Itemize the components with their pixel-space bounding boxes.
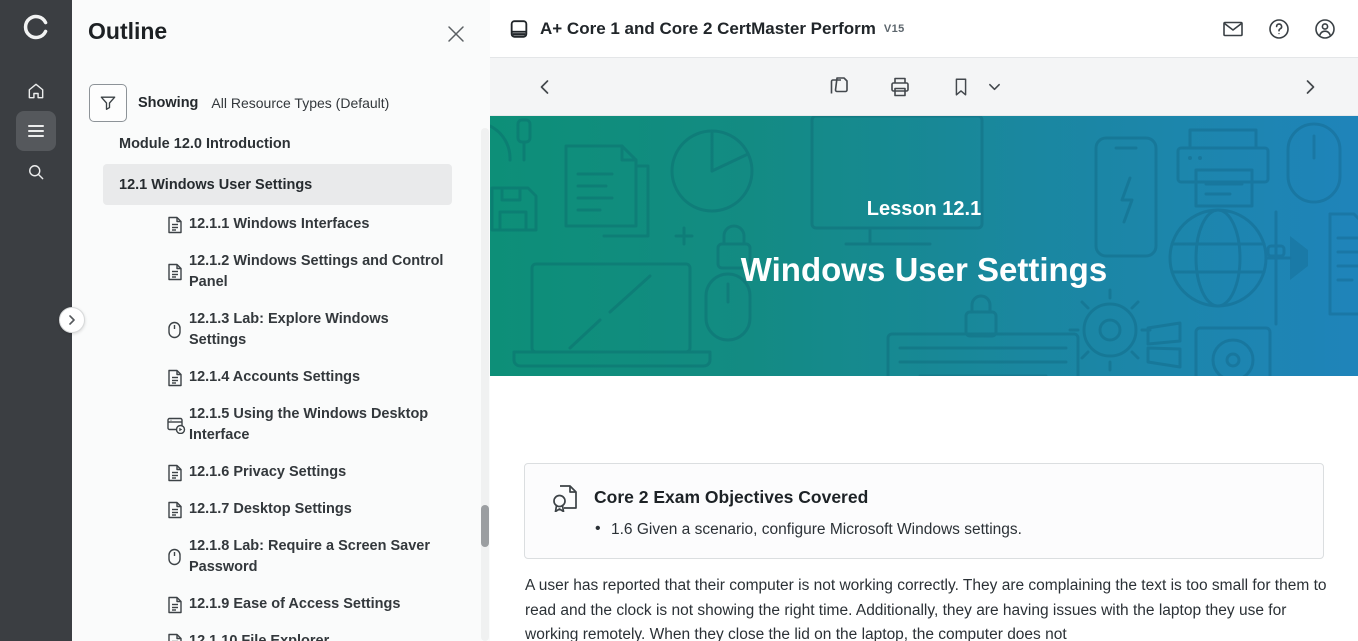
outline-panel: Outline Showing All Resource Types (Defa… xyxy=(72,0,490,641)
outline-item[interactable]: 12.1.10 File Explorer xyxy=(72,623,490,641)
lab-mouse-icon xyxy=(167,548,189,566)
home-icon xyxy=(26,81,46,101)
chevron-right-icon xyxy=(1302,79,1318,95)
outline-item[interactable]: 12.1.8 Lab: Require a Screen Saver Passw… xyxy=(72,528,490,586)
book-icon xyxy=(508,18,530,40)
chevron-right-icon xyxy=(67,315,77,325)
lesson-title: Windows User Settings xyxy=(490,251,1358,289)
help-button[interactable] xyxy=(1266,16,1292,42)
search-button[interactable] xyxy=(16,152,56,192)
chevron-left-icon xyxy=(537,79,553,95)
bookmark-menu-button[interactable] xyxy=(988,80,1001,93)
bookmark-group xyxy=(950,76,1001,98)
filter-row: Showing All Resource Types (Default) xyxy=(89,84,389,122)
lab-mouse-icon xyxy=(167,321,189,339)
outline-item[interactable]: 12.1.4 Accounts Settings xyxy=(72,359,490,396)
outline-item[interactable]: 12.1.1 Windows Interfaces xyxy=(72,206,490,243)
lesson-paragraph: A user has reported that their computer … xyxy=(525,574,1337,641)
outline-panel-title: Outline xyxy=(88,18,167,45)
help-icon xyxy=(1267,17,1291,41)
document-icon xyxy=(167,464,189,482)
outline-item[interactable]: 12.1.7 Desktop Settings xyxy=(72,491,490,528)
outline-item-label: 12.1.1 Windows Interfaces xyxy=(189,214,369,235)
document-icon xyxy=(167,501,189,519)
course-title: A+ Core 1 and Core 2 CertMaster Perform xyxy=(540,19,876,39)
outline-item-label: 12.1.2 Windows Settings and Control Pane… xyxy=(189,251,445,293)
content-toolbar xyxy=(490,58,1358,116)
outline-item-label: 12.1.4 Accounts Settings xyxy=(189,367,360,388)
toolbar-center-group xyxy=(826,75,1001,99)
outline-item-selected[interactable]: 12.1 Windows User Settings xyxy=(103,164,452,205)
home-button[interactable] xyxy=(16,71,56,111)
certificate-icon xyxy=(552,482,580,512)
tech-pattern-decoration xyxy=(490,116,1358,376)
outline-item-label: 12.1.9 Ease of Access Settings xyxy=(189,594,400,615)
outline-item-label: 12.1.6 Privacy Settings xyxy=(189,462,346,483)
messages-button[interactable] xyxy=(1220,16,1246,42)
copy-icon xyxy=(826,75,850,99)
video-demo-icon xyxy=(167,417,189,434)
filter-showing-label: Showing xyxy=(138,95,198,111)
outline-scrollbar-track[interactable] xyxy=(481,128,489,641)
outline-module-header[interactable]: Module 12.0 Introduction xyxy=(119,136,291,152)
outline-item-label: 12.1.5 Using the Windows Desktop Interfa… xyxy=(189,404,445,446)
bookmark-icon xyxy=(950,76,972,98)
document-icon xyxy=(167,633,189,641)
document-icon xyxy=(167,596,189,614)
panel-expand-button[interactable] xyxy=(59,307,85,333)
course-header: A+ Core 1 and Core 2 CertMaster Perform … xyxy=(490,0,1358,58)
document-icon xyxy=(167,216,189,234)
lesson-number: Lesson 12.1 xyxy=(490,198,1358,221)
outline-item[interactable]: 12.1.5 Using the Windows Desktop Interfa… xyxy=(72,396,490,454)
printer-icon xyxy=(888,75,912,99)
outline-item[interactable]: 12.1.6 Privacy Settings xyxy=(72,454,490,491)
chevron-down-icon xyxy=(988,80,1001,93)
filter-value: All Resource Types (Default) xyxy=(211,95,389,111)
previous-page-button[interactable] xyxy=(537,79,553,95)
outline-item-label: 12.1 Windows User Settings xyxy=(119,177,312,193)
user-icon xyxy=(1313,17,1337,41)
envelope-icon xyxy=(1221,17,1245,41)
exam-objectives-box: Core 2 Exam Objectives Covered 1.6 Given… xyxy=(524,463,1324,559)
objectives-title: Core 2 Exam Objectives Covered xyxy=(594,487,868,508)
filter-funnel-icon xyxy=(98,93,118,113)
outline-item-label: 12.1.8 Lab: Require a Screen Saver Passw… xyxy=(189,536,445,578)
comptia-logo xyxy=(22,13,50,41)
app-window: Outline Showing All Resource Types (Defa… xyxy=(0,0,1358,641)
profile-button[interactable] xyxy=(1312,16,1338,42)
next-page-button[interactable] xyxy=(1302,79,1318,95)
outline-item-label: 12.1.7 Desktop Settings xyxy=(189,499,352,520)
outline-item[interactable]: 12.1.2 Windows Settings and Control Pane… xyxy=(72,243,490,301)
close-icon xyxy=(446,24,466,44)
outline-list: 12.1.1 Windows Interfaces 12.1.2 Windows … xyxy=(72,206,490,641)
bookmark-button[interactable] xyxy=(950,76,972,98)
menu-icon xyxy=(27,123,45,139)
outline-item-label: 12.1.10 File Explorer xyxy=(189,631,329,641)
objective-item: 1.6 Given a scenario, configure Microsof… xyxy=(611,521,1323,539)
objectives-list: 1.6 Given a scenario, configure Microsof… xyxy=(611,521,1323,539)
close-outline-button[interactable] xyxy=(443,21,469,47)
filter-button[interactable] xyxy=(89,84,127,122)
search-icon xyxy=(26,162,46,182)
lesson-banner: Lesson 12.1 Windows User Settings xyxy=(490,116,1358,376)
print-button[interactable] xyxy=(888,75,912,99)
course-version: V15 xyxy=(884,23,905,35)
header-actions xyxy=(1220,16,1338,42)
outline-item[interactable]: 12.1.3 Lab: Explore Windows Settings xyxy=(72,301,490,359)
document-icon xyxy=(167,263,189,281)
copy-button[interactable] xyxy=(826,75,850,99)
outline-menu-button[interactable] xyxy=(16,111,56,151)
outline-item-label: 12.1.3 Lab: Explore Windows Settings xyxy=(189,309,445,351)
document-icon xyxy=(167,369,189,387)
outline-scrollbar-thumb[interactable] xyxy=(481,505,489,547)
outline-item[interactable]: 12.1.9 Ease of Access Settings xyxy=(72,586,490,623)
main-content: A+ Core 1 and Core 2 CertMaster Perform … xyxy=(490,0,1358,641)
